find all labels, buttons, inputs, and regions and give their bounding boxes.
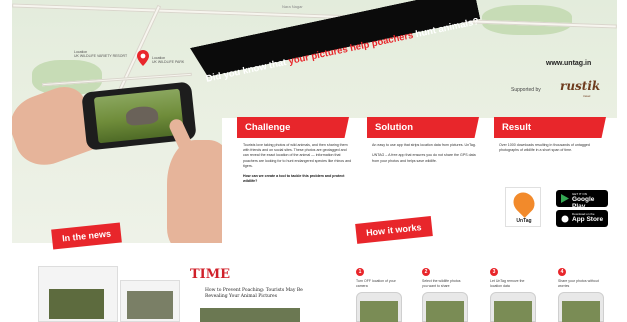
google-play-label: Google Play bbox=[572, 196, 595, 210]
step-number: 2 bbox=[422, 268, 430, 276]
step-phone-illustration bbox=[422, 292, 468, 322]
app-store-button[interactable]: Download on the App Store bbox=[556, 210, 608, 227]
challenge-header: Challenge bbox=[237, 117, 349, 138]
step-phone-illustration bbox=[356, 292, 402, 322]
step-text: Select the wildlife photos you want to s… bbox=[422, 279, 461, 288]
news-article-thumbnail[interactable] bbox=[38, 266, 118, 322]
step-text: Let UnTag remove the location data bbox=[490, 279, 525, 288]
rhino-photo bbox=[125, 105, 159, 127]
google-play-icon bbox=[561, 194, 569, 203]
solution-body: An easy to use app that strips location … bbox=[372, 143, 477, 164]
supported-by-label: Supported by bbox=[511, 87, 541, 93]
result-body: Over 1000 downloads resulting in thousan… bbox=[499, 143, 590, 153]
untag-app-name: UnTag bbox=[516, 218, 532, 224]
google-play-button[interactable]: GET IT ON Google Play bbox=[556, 190, 608, 210]
news-article-thumbnail[interactable] bbox=[120, 280, 180, 322]
sponsor-logo: rustik bbox=[560, 79, 601, 93]
news-photo bbox=[49, 289, 104, 319]
sponsor-logo-sub: travel bbox=[583, 94, 591, 98]
apple-icon bbox=[561, 215, 569, 223]
app-store-label: App Store bbox=[572, 216, 604, 223]
solution-header: Solution bbox=[367, 117, 479, 138]
time-article-headline[interactable]: How to Prevent Poaching: Tourists May Be… bbox=[205, 288, 305, 300]
untag-app-tile[interactable]: UnTag bbox=[505, 187, 541, 227]
challenge-body: Tourists love taking photos of wild anim… bbox=[243, 143, 353, 185]
time-logo: TIME bbox=[190, 267, 231, 282]
challenge-text: Tourists love taking photos of wild anim… bbox=[243, 143, 352, 168]
site-url[interactable]: www.untag.in bbox=[546, 60, 591, 67]
step-number: 3 bbox=[490, 268, 498, 276]
step-text: Turn OFF location of your camera bbox=[356, 279, 396, 288]
solution-text: An easy to use app that strips location … bbox=[372, 143, 476, 147]
step-number: 4 bbox=[558, 268, 566, 276]
map-pin-icon bbox=[137, 50, 149, 66]
phone-screen-photo bbox=[93, 88, 185, 144]
challenge-question: How can we create a tool to tackle this … bbox=[243, 174, 345, 184]
untag-app-icon bbox=[509, 188, 539, 218]
step-text: Share your photos without worries bbox=[558, 279, 599, 288]
map-road-name: Nara Nagar bbox=[282, 4, 303, 9]
time-article-photo bbox=[200, 308, 300, 322]
solution-extra: UNTAG – A free app that ensures you do n… bbox=[372, 153, 476, 163]
news-photo bbox=[127, 291, 173, 319]
step-number: 1 bbox=[356, 268, 364, 276]
page: Nara Nagar Location UK WILDLIFE VARIETY … bbox=[0, 0, 627, 322]
step-phone-illustration bbox=[490, 292, 536, 322]
result-header: Result bbox=[494, 117, 606, 138]
step-phone-illustration bbox=[558, 292, 604, 322]
map-pin-left-label: Location UK WILDLIFE VARIETY RESORT bbox=[74, 50, 128, 58]
